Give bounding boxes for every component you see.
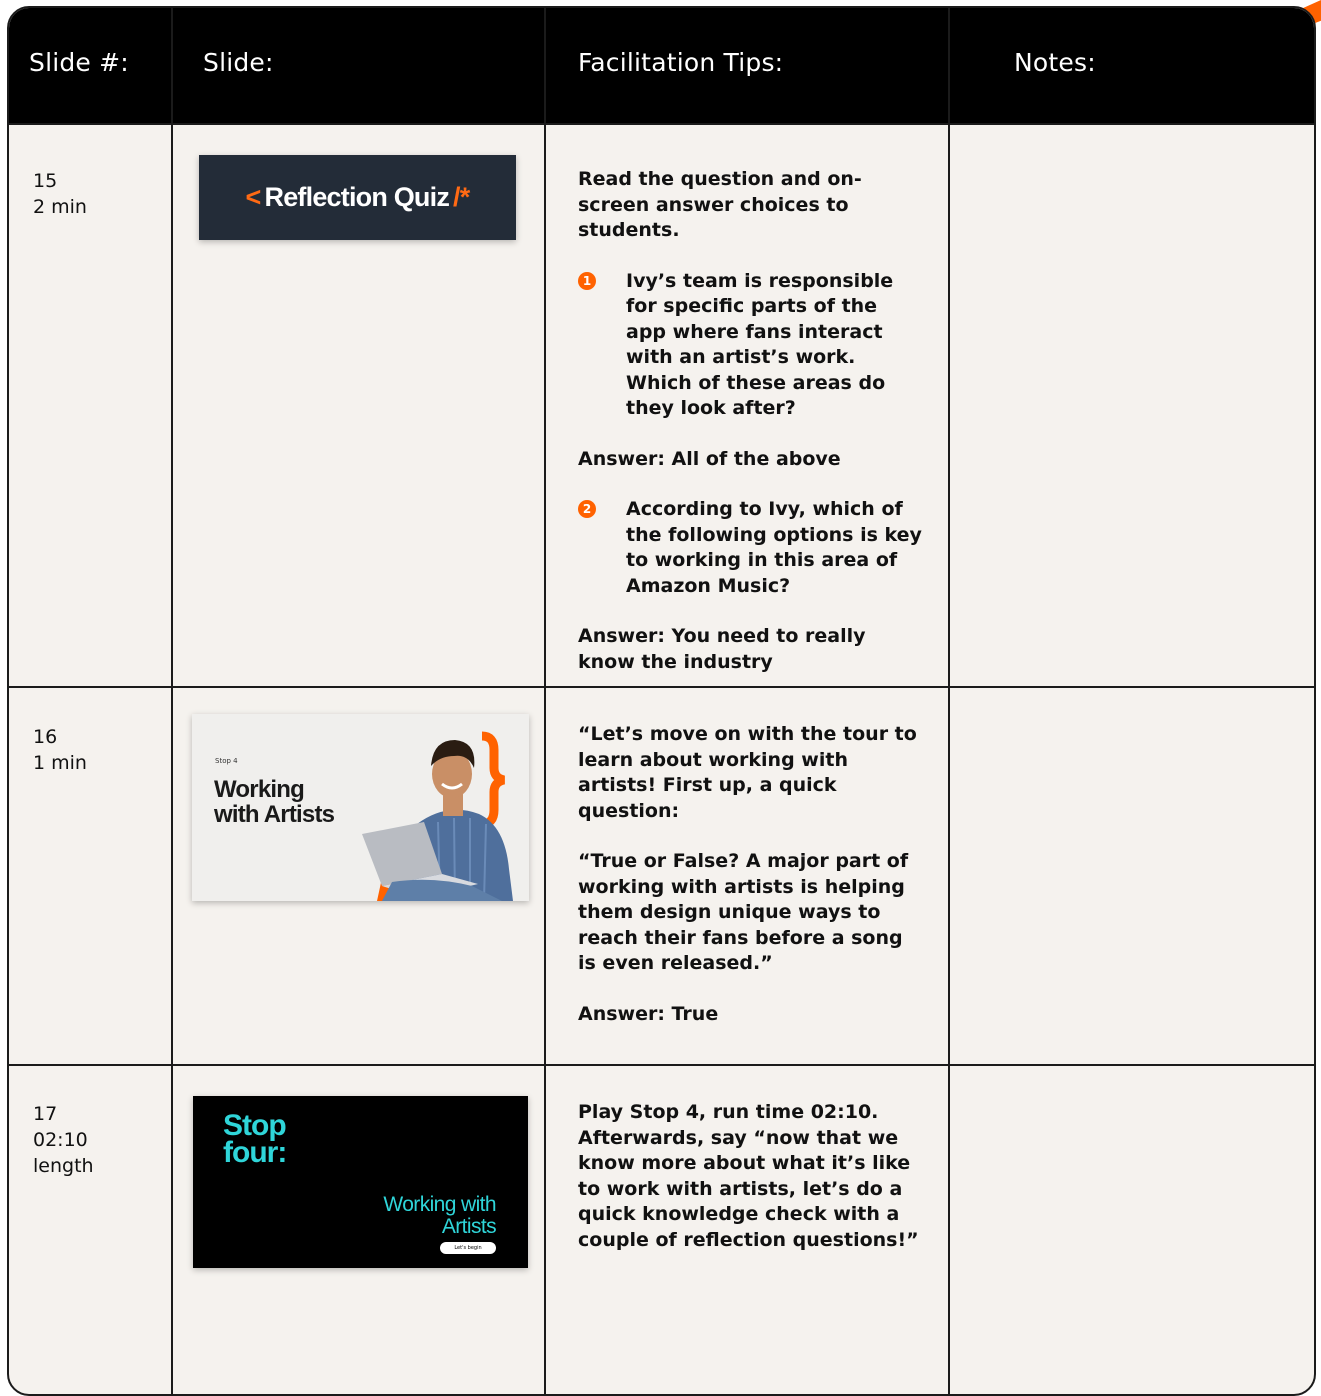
row-17-slide-number: 17 02:10 length: [33, 1101, 94, 1179]
tip-paragraph: Play Stop 4, run time 02:10. Afterwards,…: [578, 1101, 919, 1251]
table-header: Slide #: Slide: Facilitation Tips: Notes…: [9, 8, 1314, 125]
question-text: According to Ivy, which of the following…: [626, 498, 922, 597]
row-15-facilitation-tips: Read the question and on-screen answer c…: [578, 167, 923, 700]
column-divider: [544, 8, 546, 1394]
slide-duration: 02:10: [33, 1129, 88, 1151]
header-slide-number: Slide #:: [29, 48, 129, 77]
question-2: 2 According to Ivy, which of the followi…: [578, 497, 923, 599]
row-15-slide-number: 15 2 min: [33, 168, 87, 220]
thumbnail-begin-button: Let's begin: [440, 1242, 496, 1254]
number-two-badge-icon: 2: [578, 500, 596, 518]
slide-number: 16: [33, 726, 58, 748]
slide-number: 15: [33, 170, 58, 192]
row-16-slide-number: 16 1 min: [33, 724, 87, 776]
thumbnail-title-text: Reflection Quiz: [264, 182, 450, 212]
code-comment-icon: /*: [453, 182, 470, 212]
slide-duration: 1 min: [33, 752, 87, 774]
question-text: Ivy’s team is responsible for specific p…: [626, 269, 894, 420]
tip-question: “True or False? A major part of working …: [578, 850, 909, 974]
row-16-facilitation-tips: “Let’s move on with the tour to learn ab…: [578, 722, 923, 1052]
answer-1: Answer: All of the above: [578, 447, 841, 470]
tip-paragraph: “Let’s move on with the tour to learn ab…: [578, 723, 917, 822]
code-bracket-icon: <: [245, 182, 262, 212]
row-17-facilitation-tips: Play Stop 4, run time 02:10. Afterwards,…: [578, 1100, 923, 1278]
answer-2: Answer: You need to really know the indu…: [578, 625, 866, 673]
thumbnail-title: Stop four:: [223, 1109, 287, 1169]
thumbnail-title: < Reflection Quiz /*: [199, 155, 516, 240]
thumbnail-subtitle: Working with Artists: [383, 1193, 496, 1238]
row-divider: [9, 1064, 1314, 1066]
slide-duration: 2 min: [33, 196, 87, 218]
slide-duration-unit: length: [33, 1155, 94, 1177]
facilitation-table: Slide #: Slide: Facilitation Tips: Notes…: [7, 6, 1316, 1396]
number-one-badge-icon: 1: [578, 271, 596, 290]
header-slide: Slide:: [203, 48, 274, 77]
header-facilitation-tips: Facilitation Tips:: [578, 48, 784, 77]
column-divider: [948, 8, 950, 1394]
header-notes: Notes:: [1014, 48, 1096, 77]
person-with-laptop-illustration: [362, 731, 513, 901]
slide-number: 17: [33, 1103, 58, 1125]
slide-thumbnail-reflection-quiz: < Reflection Quiz /*: [199, 155, 516, 240]
tip-answer: Answer: True: [578, 1002, 719, 1025]
slide-thumbnail-working-with-artists: Stop 4 Working with Artists: [192, 714, 529, 901]
tip-intro: Read the question and on-screen answer c…: [578, 168, 862, 241]
slide-thumbnail-stop-four: Stop four: Working with Artists Let's be…: [193, 1096, 528, 1268]
orange-brace-icon: [481, 731, 506, 829]
column-divider: [171, 8, 173, 1394]
row-divider: [9, 123, 1314, 125]
question-1: 1 Ivy’s team is responsible for specific…: [578, 269, 923, 422]
